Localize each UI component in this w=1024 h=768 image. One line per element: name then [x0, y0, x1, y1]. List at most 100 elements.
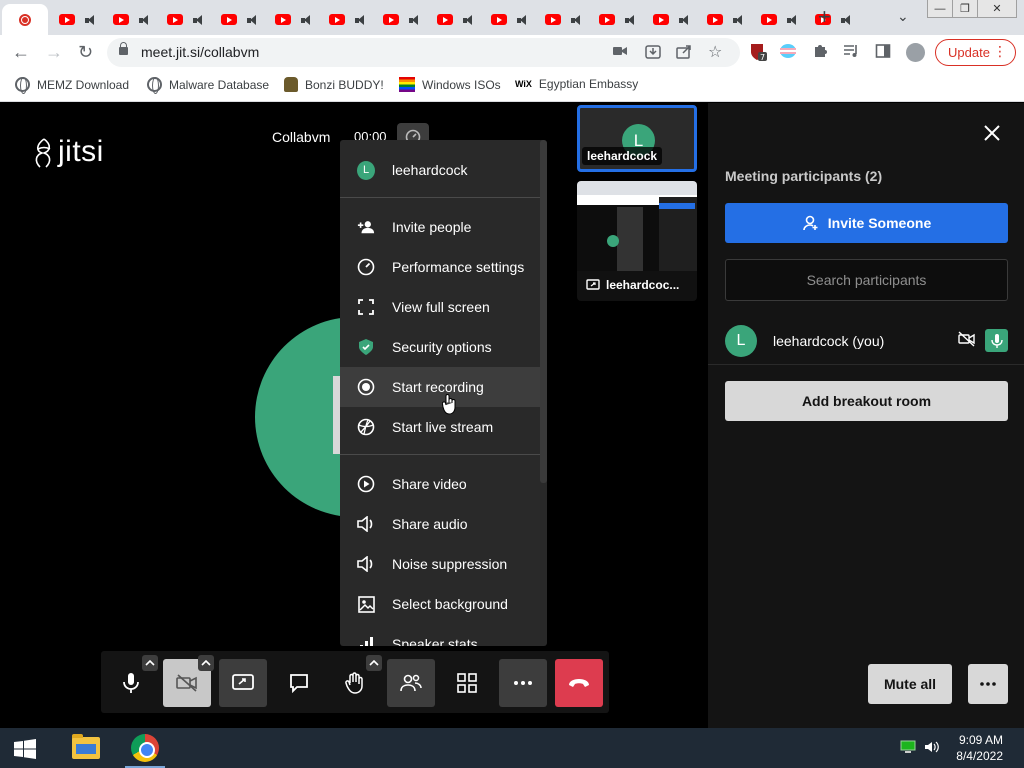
bookmarks-bar: MEMZ Download Malware Database Bonzi BUD… [0, 70, 1024, 102]
extension-flag-icon[interactable] [780, 44, 796, 62]
microphone-icon [123, 673, 139, 693]
network-icon[interactable] [900, 740, 916, 759]
mute-all-button[interactable]: Mute all [868, 664, 952, 704]
tab-search-button[interactable]: ⌄ [897, 8, 909, 25]
invite-someone-button[interactable]: Invite Someone [725, 203, 1008, 243]
menu-divider [340, 197, 540, 198]
extensions-puzzle-icon[interactable] [812, 43, 828, 63]
reload-button[interactable]: ↻ [78, 41, 93, 63]
volume-icon[interactable] [924, 740, 940, 759]
tab-youtube[interactable] [808, 4, 862, 35]
back-button[interactable]: ← [12, 41, 30, 63]
menu-item-start-recording[interactable]: Start recording [340, 367, 540, 407]
globe-icon [147, 77, 162, 94]
tab-youtube[interactable] [700, 4, 754, 35]
menu-item-performance-settings[interactable]: Performance settings [340, 247, 540, 287]
menu-item-invite-people[interactable]: Invite people [340, 207, 540, 247]
chat-button[interactable] [275, 659, 323, 707]
menu-item-select-background[interactable]: Select background [340, 584, 540, 624]
search-participants-input[interactable] [725, 259, 1008, 301]
pane-more-button[interactable] [968, 664, 1008, 704]
forward-button[interactable]: → [45, 41, 63, 63]
bookmark-memz[interactable]: MEMZ Download [15, 77, 129, 94]
menu-scrollbar[interactable] [540, 140, 547, 483]
extension-shield-icon[interactable]: 7 [749, 42, 767, 66]
address-bar[interactable]: meet.jit.si/collabvm ☆ [107, 38, 740, 67]
browser-toolbar: ← → ↻ meet.jit.si/collabvm ☆ 7 Update ⋮ [0, 35, 1024, 70]
close-pane-button[interactable] [982, 123, 1002, 143]
new-tab-button[interactable]: + [818, 6, 831, 28]
file-explorer-button[interactable] [62, 728, 110, 768]
rainbow-flag-icon [399, 77, 415, 92]
bookmark-malware-database[interactable]: Malware Database [147, 77, 269, 94]
menu-item-view-full-screen[interactable]: View full screen [340, 287, 540, 327]
youtube-icon [383, 14, 399, 25]
tab-youtube[interactable] [538, 4, 592, 35]
update-button[interactable]: Update ⋮ [935, 39, 1016, 66]
speaker-icon [571, 14, 585, 26]
menu-item-share-audio[interactable]: Share audio [340, 504, 540, 544]
speaker-icon [193, 14, 207, 26]
menu-user-name: leehardcock [392, 162, 468, 178]
more-actions-button[interactable] [499, 659, 547, 707]
side-panel-icon[interactable] [875, 43, 891, 63]
thumbnail-local[interactable]: L leehardcock [577, 105, 697, 172]
close-window-button[interactable]: ✕ [977, 0, 1017, 18]
reactions-caret[interactable] [366, 655, 382, 671]
tab-youtube[interactable] [160, 4, 214, 35]
share-icon[interactable] [676, 44, 692, 63]
participants-icon [400, 674, 422, 692]
tab-youtube[interactable] [484, 4, 538, 35]
mouse-cursor [441, 393, 458, 420]
tab-youtube[interactable] [52, 4, 106, 35]
tab-youtube[interactable] [376, 4, 430, 35]
tab-youtube[interactable] [646, 4, 700, 35]
media-control-icon[interactable] [843, 43, 859, 63]
bookmark-star-icon[interactable]: ☆ [708, 42, 722, 62]
raise-hand-icon [345, 672, 363, 694]
menu-item-label: Performance settings [392, 259, 525, 275]
tab-youtube[interactable] [214, 4, 268, 35]
add-breakout-room-button[interactable]: Add breakout room [725, 381, 1008, 421]
camera-icon[interactable] [613, 44, 627, 60]
tab-youtube[interactable] [430, 4, 484, 35]
youtube-icon [545, 14, 561, 25]
tab-youtube[interactable] [268, 4, 322, 35]
menu-item-security-options[interactable]: Security options [340, 327, 540, 367]
tab-youtube[interactable] [106, 4, 160, 35]
participant-row[interactable]: L leehardcock (you) [708, 321, 1024, 365]
menu-item-label: Start live stream [392, 419, 494, 435]
chat-icon [290, 674, 308, 693]
screenshare-button[interactable] [219, 659, 267, 707]
tab-youtube[interactable] [754, 4, 808, 35]
youtube-icon [275, 14, 291, 25]
system-clock[interactable]: 9:09 AM 8/4/2022 [948, 732, 1003, 764]
bookmark-windows-isos[interactable]: Windows ISOs [399, 77, 501, 92]
menu-item-share-video[interactable]: Share video [340, 464, 540, 504]
tab-youtube[interactable] [322, 4, 376, 35]
bookmark-egyptian-embassy[interactable]: WiX Egyptian Embassy [515, 77, 638, 91]
install-icon[interactable] [645, 44, 661, 63]
windows-start-button[interactable] [14, 739, 36, 759]
svg-text:7: 7 [760, 53, 765, 62]
clock-date: 8/4/2022 [956, 749, 1003, 763]
youtube-icon [653, 14, 669, 25]
microphone-options-caret[interactable] [142, 655, 158, 671]
bookmark-bonzi-buddy[interactable]: Bonzi BUDDY! [284, 77, 384, 92]
menu-item-start-live-stream[interactable]: Start live stream [340, 407, 540, 447]
tile-view-button[interactable] [443, 659, 491, 707]
camera-options-caret[interactable] [198, 655, 214, 671]
profile-avatar-icon[interactable] [906, 43, 925, 62]
tab-youtube[interactable] [592, 4, 646, 35]
menu-item-speaker-stats[interactable]: Speaker stats [340, 624, 540, 646]
minimize-button[interactable]: — [927, 0, 953, 18]
tab-active[interactable] [2, 4, 48, 35]
restore-button[interactable]: ❐ [952, 0, 978, 18]
youtube-icon [59, 14, 75, 25]
tab-strip: + ⌄ — ❐ ✕ [0, 0, 1024, 35]
chrome-taskbar-button[interactable] [121, 728, 169, 768]
hangup-button[interactable] [555, 659, 603, 707]
thumbnail-screenshare[interactable]: leehardcoc... [577, 181, 697, 301]
menu-item-noise-suppression[interactable]: Noise suppression [340, 544, 540, 584]
participants-button[interactable] [387, 659, 435, 707]
